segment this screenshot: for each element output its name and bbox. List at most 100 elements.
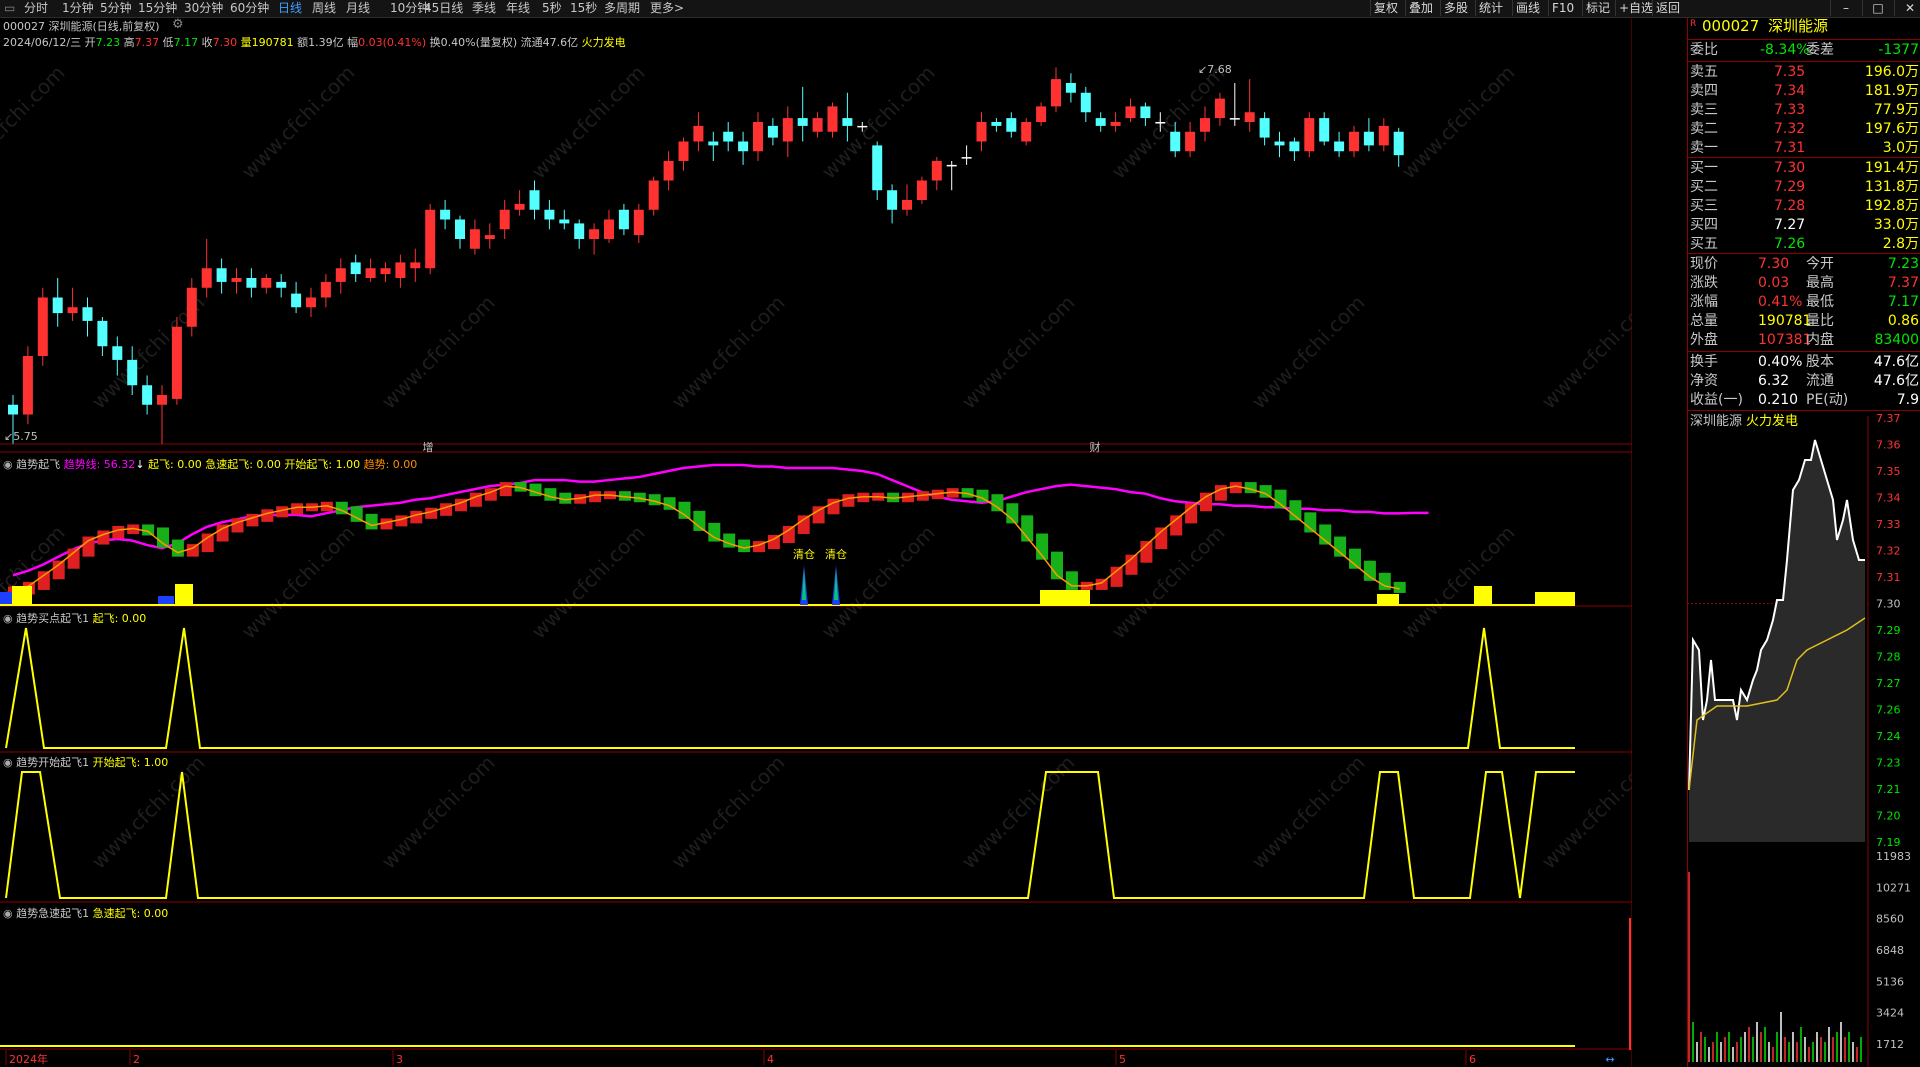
candle-body (604, 219, 614, 239)
candle-body (67, 307, 78, 314)
candle-body (678, 141, 689, 161)
watermark-text: www.cfchi.com (1397, 61, 1520, 184)
candle-body (738, 141, 749, 152)
mini-vol-label: 11983 (1876, 850, 1911, 863)
candle-body (1200, 118, 1210, 132)
trend-bar (440, 503, 453, 516)
trend-bar (1200, 492, 1212, 512)
candle-body (693, 125, 704, 142)
mini-axis-label: 7.32 (1876, 545, 1901, 558)
mini-axis-label: 7.37 (1876, 412, 1901, 425)
trend-bar (1214, 485, 1227, 501)
trend-bar (1185, 503, 1198, 524)
candle-body (514, 203, 525, 210)
candle-body (618, 209, 629, 230)
signal-box (1535, 592, 1575, 604)
candle-body (1140, 106, 1151, 119)
trend-bar (1274, 489, 1287, 509)
watermark-text: www.cfchi.com (1397, 521, 1520, 644)
candle-body (1259, 118, 1270, 138)
candle-body (157, 395, 167, 405)
candle-body (797, 118, 808, 126)
watermark-text: www.cfchi.com (957, 291, 1080, 414)
signal-box (175, 584, 193, 604)
candle-body (276, 281, 287, 288)
trend-bar (1110, 566, 1123, 587)
ind2-line (5, 627, 1575, 749)
candle-body (1304, 118, 1315, 152)
signal-box (1377, 594, 1399, 604)
ind3-toggle-icon[interactable]: ◉ (3, 756, 13, 769)
candle-body (931, 161, 942, 181)
candle-body (365, 268, 376, 278)
low-mark: ↙5.75 (4, 430, 38, 443)
watermark-text: www.cfchi.com (1537, 751, 1632, 874)
signal-box (1040, 590, 1090, 604)
trend-bar (842, 494, 855, 507)
candle-body (857, 125, 868, 128)
candle-body (902, 200, 912, 210)
candle-body (961, 157, 972, 159)
clear-position-label: 清仓 (825, 547, 847, 561)
ind1-toggle-icon[interactable]: ◉ (3, 458, 13, 471)
candle-body (544, 209, 555, 220)
trend-bar (1170, 515, 1183, 536)
trend-bar (1289, 500, 1302, 521)
candle-body (306, 297, 316, 308)
mini-axis-label: 7.36 (1876, 439, 1901, 452)
candle-body (1095, 118, 1106, 126)
trend-bar (797, 515, 810, 534)
trend-bar (261, 509, 274, 522)
mini-axis-label: 7.26 (1876, 704, 1901, 717)
trend-bar (738, 539, 751, 553)
ind4-toggle-icon[interactable]: ◉ (3, 907, 13, 920)
candle-body (1319, 118, 1330, 142)
toolbar-button-8[interactable]: 返回 (1652, 0, 1683, 16)
mini-axis-label: 7.19 (1876, 836, 1901, 849)
trend-bar (1319, 524, 1332, 545)
trend-bar (1065, 571, 1078, 590)
candle-body (1378, 125, 1389, 146)
watermark-text: www.cfchi.com (667, 751, 790, 874)
trend-line (12, 463, 1429, 577)
x-axis-label: 5 (1119, 1053, 1126, 1066)
mini-vol-label: 10271 (1876, 881, 1911, 894)
mini-axis-label: 7.24 (1876, 730, 1901, 743)
trend-bar (678, 501, 691, 519)
candle-body (82, 307, 93, 321)
trend-bar (246, 513, 259, 527)
candle-body (1289, 141, 1300, 152)
trend-bar (782, 525, 795, 544)
mini-axis-label: 7.23 (1876, 757, 1901, 770)
signal-box (12, 586, 32, 604)
candle-body (559, 219, 570, 224)
ind4-header: ◉ 趋势急速起飞1 急速起飞: 0.00 (3, 907, 169, 920)
trend-bar (410, 510, 423, 524)
candle-body (1051, 79, 1061, 107)
candle-body (52, 297, 63, 314)
candle-body (1155, 122, 1166, 124)
kline-chart[interactable]: www.cfchi.com www.cfchi.com www.cfchi.com w… (0, 0, 1632, 1067)
candle-body (171, 326, 182, 399)
candle-body (469, 229, 480, 249)
mini-vol-label: 1712 (1876, 1038, 1904, 1051)
candle-body (261, 278, 272, 288)
ind2-header: ◉ 趋势买点起飞1 起飞: 0.00 (3, 612, 147, 625)
candle-body (1170, 131, 1181, 152)
candle-body (1065, 83, 1076, 93)
candle-body (499, 209, 510, 230)
ind2-toggle-icon[interactable]: ◉ (3, 612, 13, 625)
candle-body (1244, 112, 1255, 122)
trend-bar (67, 548, 80, 569)
watermark-text: www.cfchi.com (667, 291, 790, 414)
mini-axis-label: 7.21 (1876, 783, 1901, 796)
candle-body (976, 122, 987, 142)
high-mark: ↙7.68 (1198, 63, 1232, 76)
intraday-mini-chart[interactable]: 7.37 7.36 7.35 7.34 7.33 7.32 7.31 7.30 7.29 7.28… (1687, 0, 1920, 1067)
watermark-text: www.cfchi.com (527, 61, 650, 184)
candle-body (410, 262, 421, 269)
candle-body (589, 229, 600, 239)
signal-box (1474, 586, 1492, 604)
x-axis-label: 6 (1469, 1053, 1476, 1066)
candle-body (216, 268, 227, 282)
